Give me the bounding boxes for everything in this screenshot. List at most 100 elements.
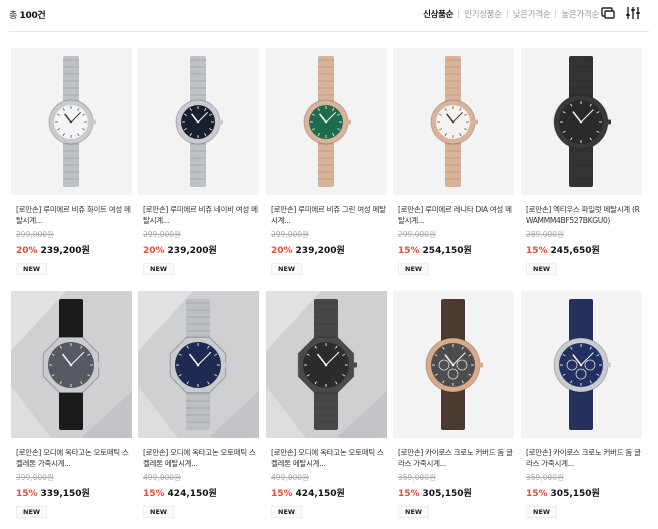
watch-illustration — [175, 56, 223, 187]
original-price: 299,000원 — [143, 230, 181, 239]
new-badge: NEW — [271, 263, 303, 275]
product-name[interactable]: [로만손] 카이로스 크로노 커버드 돔 글라스 가죽시계... — [393, 447, 514, 469]
watch-illustration — [303, 56, 351, 187]
product-card[interactable]: [로만손] 루미에르 레니타 DIA 여성 메탈시계... 299,000원 1… — [393, 48, 514, 275]
product-image[interactable] — [393, 291, 514, 438]
product-name[interactable]: [로만손] 엑티우스 파일럿 메탈시계 (RWAMMM4BF527BKGU0) — [521, 204, 642, 226]
sort-high-price[interactable]: 높은가격순 — [556, 8, 604, 20]
watch-illustration — [48, 56, 96, 187]
product-card[interactable]: [로만손] 오디에 옥타고논 오토매틱 스켈레톤 메탈시계... 499,000… — [138, 291, 259, 518]
toolbar-divider — [9, 31, 649, 32]
product-card[interactable]: [로만손] 루미에르 비쥬 네이비 여성 메탈시계... 299,000원 20… — [138, 48, 259, 275]
new-badge: NEW — [398, 506, 430, 518]
product-name[interactable]: [로만손] 오디에 옥타고논 오토매틱 스켈레톤 가죽시계... — [11, 447, 132, 469]
product-name[interactable]: [로만손] 루미에르 레니타 DIA 여성 메탈시계... — [393, 204, 514, 226]
sale-price: 239,200원 — [295, 246, 345, 256]
watch-illustration — [425, 299, 483, 430]
sort-low-price[interactable]: 낮은가격순 — [508, 8, 556, 20]
watch-illustration — [553, 299, 611, 430]
original-price: 359,000원 — [526, 473, 564, 482]
product-name[interactable]: [로만손] 루미에르 비쥬 화이트 여성 메탈시계... — [11, 204, 132, 226]
product-image[interactable] — [393, 48, 514, 195]
product-card[interactable]: [로만손] 카이로스 크로노 커버드 돔 글라스 가죽시계... 359,000… — [393, 291, 514, 518]
discount-rate: 15% — [143, 489, 165, 499]
watch-illustration — [266, 291, 387, 438]
product-image[interactable] — [266, 291, 387, 438]
view-toggle-icon[interactable] — [600, 5, 616, 21]
new-badge: NEW — [526, 263, 558, 275]
original-price: 399,000원 — [16, 473, 54, 482]
count-prefix: 총 — [9, 11, 17, 21]
price-line: 15% 424,150원 — [138, 486, 259, 499]
discount-rate: 15% — [16, 489, 38, 499]
discount-rate: 15% — [398, 489, 420, 499]
sale-price: 305,150원 — [550, 489, 600, 499]
discount-rate: 20% — [271, 246, 293, 256]
new-badge: NEW — [143, 506, 175, 518]
original-price: 299,000원 — [398, 230, 436, 239]
sale-price: 305,150원 — [422, 489, 472, 499]
price-line: 20% 239,200원 — [266, 243, 387, 256]
sale-price: 239,200원 — [167, 246, 217, 256]
price-line: 15% 424,150원 — [266, 486, 387, 499]
new-badge: NEW — [398, 263, 430, 275]
product-image[interactable] — [266, 48, 387, 195]
new-badge: NEW — [271, 506, 303, 518]
price-line: 15% 245,650원 — [521, 243, 642, 256]
new-badge: NEW — [16, 263, 48, 275]
price-line: 15% 254,150원 — [393, 243, 514, 256]
sale-price: 239,200원 — [40, 246, 90, 256]
sort-options: 신상품순 인기상품순 낮은가격순 높은가격순 — [418, 8, 604, 20]
watch-illustration — [11, 291, 132, 438]
original-price: 499,000원 — [271, 473, 309, 482]
watch-illustration — [138, 291, 259, 438]
product-name[interactable]: [로만손] 카이로스 크로노 커버드 돔 글라스 가죽시계... — [521, 447, 642, 469]
product-card[interactable]: [로만손] 오디에 옥타고논 오토매틱 스켈레톤 가죽시계... 399,000… — [11, 291, 132, 518]
count-value: 100건 — [19, 11, 46, 21]
original-price: 299,000원 — [16, 230, 54, 239]
list-toolbar: 총 100건 신상품순 인기상품순 낮은가격순 높은가격순 — [0, 0, 658, 30]
price-line: 20% 239,200원 — [138, 243, 259, 256]
product-card[interactable]: [로만손] 루미에르 비쥬 화이트 여성 메탈시계... 299,000원 20… — [11, 48, 132, 275]
sale-price: 254,150원 — [422, 246, 472, 256]
sale-price: 245,650원 — [550, 246, 600, 256]
price-line: 15% 305,150원 — [393, 486, 514, 499]
price-line: 15% 305,150원 — [521, 486, 642, 499]
product-card[interactable]: [로만손] 오디에 옥타고논 오토매틱 스켈레톤 메탈시계... 499,000… — [266, 291, 387, 518]
sale-price: 424,150원 — [295, 489, 345, 499]
price-line: 20% 239,200원 — [11, 243, 132, 256]
product-image[interactable] — [521, 48, 642, 195]
product-card[interactable]: [로만손] 카이로스 크로노 커버드 돔 글라스 가죽시계... 359,000… — [521, 291, 642, 518]
discount-rate: 15% — [271, 489, 293, 499]
new-badge: NEW — [526, 506, 558, 518]
product-name[interactable]: [로만손] 루미에르 비쥬 네이비 여성 메탈시계... — [138, 204, 259, 226]
product-name[interactable]: [로만손] 루미에르 비쥬 그린 여성 메탈시계... — [266, 204, 387, 226]
discount-rate: 15% — [398, 246, 420, 256]
product-name[interactable]: [로만손] 오디에 옥타고논 오토매틱 스켈레톤 메탈시계... — [138, 447, 259, 469]
original-price: 289,000원 — [526, 230, 564, 239]
product-image[interactable] — [11, 48, 132, 195]
original-price: 299,000원 — [271, 230, 309, 239]
watch-illustration — [430, 56, 478, 187]
new-badge: NEW — [16, 506, 48, 518]
product-image[interactable] — [11, 291, 132, 438]
sort-popular[interactable]: 인기상품순 — [459, 8, 507, 20]
discount-rate: 15% — [526, 246, 548, 256]
product-image[interactable] — [138, 48, 259, 195]
product-image[interactable] — [521, 291, 642, 438]
product-image[interactable] — [138, 291, 259, 438]
watch-illustration — [553, 56, 611, 187]
filter-icon[interactable] — [625, 5, 641, 21]
price-line: 15% 339,150원 — [11, 486, 132, 499]
sale-price: 339,150원 — [40, 489, 90, 499]
product-card[interactable]: [로만손] 엑티우스 파일럿 메탈시계 (RWAMMM4BF527BKGU0) … — [521, 48, 642, 275]
sort-newest[interactable]: 신상품순 — [418, 8, 458, 20]
product-card[interactable]: [로만손] 루미에르 비쥬 그린 여성 메탈시계... 299,000원 20%… — [266, 48, 387, 275]
new-badge: NEW — [143, 263, 175, 275]
sale-price: 424,150원 — [167, 489, 217, 499]
product-name[interactable]: [로만손] 오디에 옥타고논 오토매틱 스켈레톤 메탈시계... — [266, 447, 387, 469]
result-count: 총 100건 — [9, 8, 46, 21]
discount-rate: 20% — [16, 246, 38, 256]
original-price: 499,000원 — [143, 473, 181, 482]
original-price: 359,000원 — [398, 473, 436, 482]
